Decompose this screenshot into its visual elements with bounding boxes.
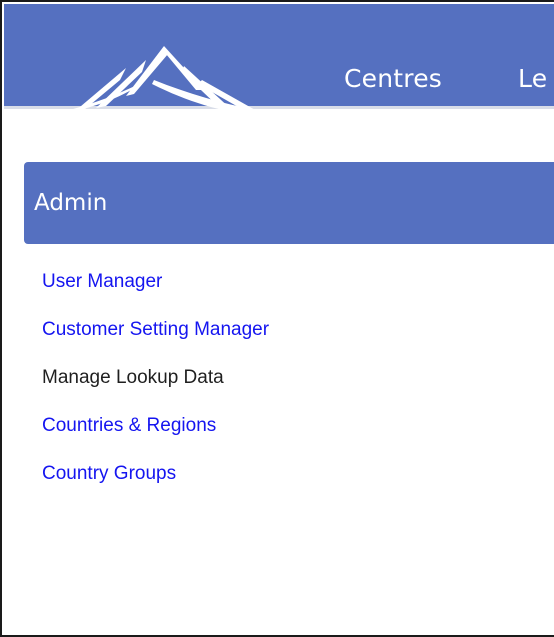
admin-menu: User Manager Customer Setting Manager Ma… bbox=[42, 270, 269, 510]
app-window: Centres Le Admin User Manager Customer S… bbox=[0, 0, 554, 637]
menu-item-user-manager[interactable]: User Manager bbox=[42, 270, 269, 318]
mountain-logo-icon[interactable] bbox=[34, 40, 304, 120]
menu-item-manage-lookup-data: Manage Lookup Data bbox=[42, 367, 224, 388]
nav-link-centres[interactable]: Centres bbox=[344, 64, 442, 93]
menu-item-countries-regions[interactable]: Countries & Regions bbox=[42, 414, 269, 462]
nav-link-truncated[interactable]: Le bbox=[518, 64, 547, 93]
top-navigation-bar: Centres Le bbox=[4, 4, 554, 118]
panel-title: Admin bbox=[34, 190, 108, 216]
admin-panel-header: Admin bbox=[24, 162, 554, 244]
menu-item-country-groups[interactable]: Country Groups bbox=[42, 462, 269, 510]
menu-item-customer-setting-manager[interactable]: Customer Setting Manager bbox=[42, 318, 269, 366]
